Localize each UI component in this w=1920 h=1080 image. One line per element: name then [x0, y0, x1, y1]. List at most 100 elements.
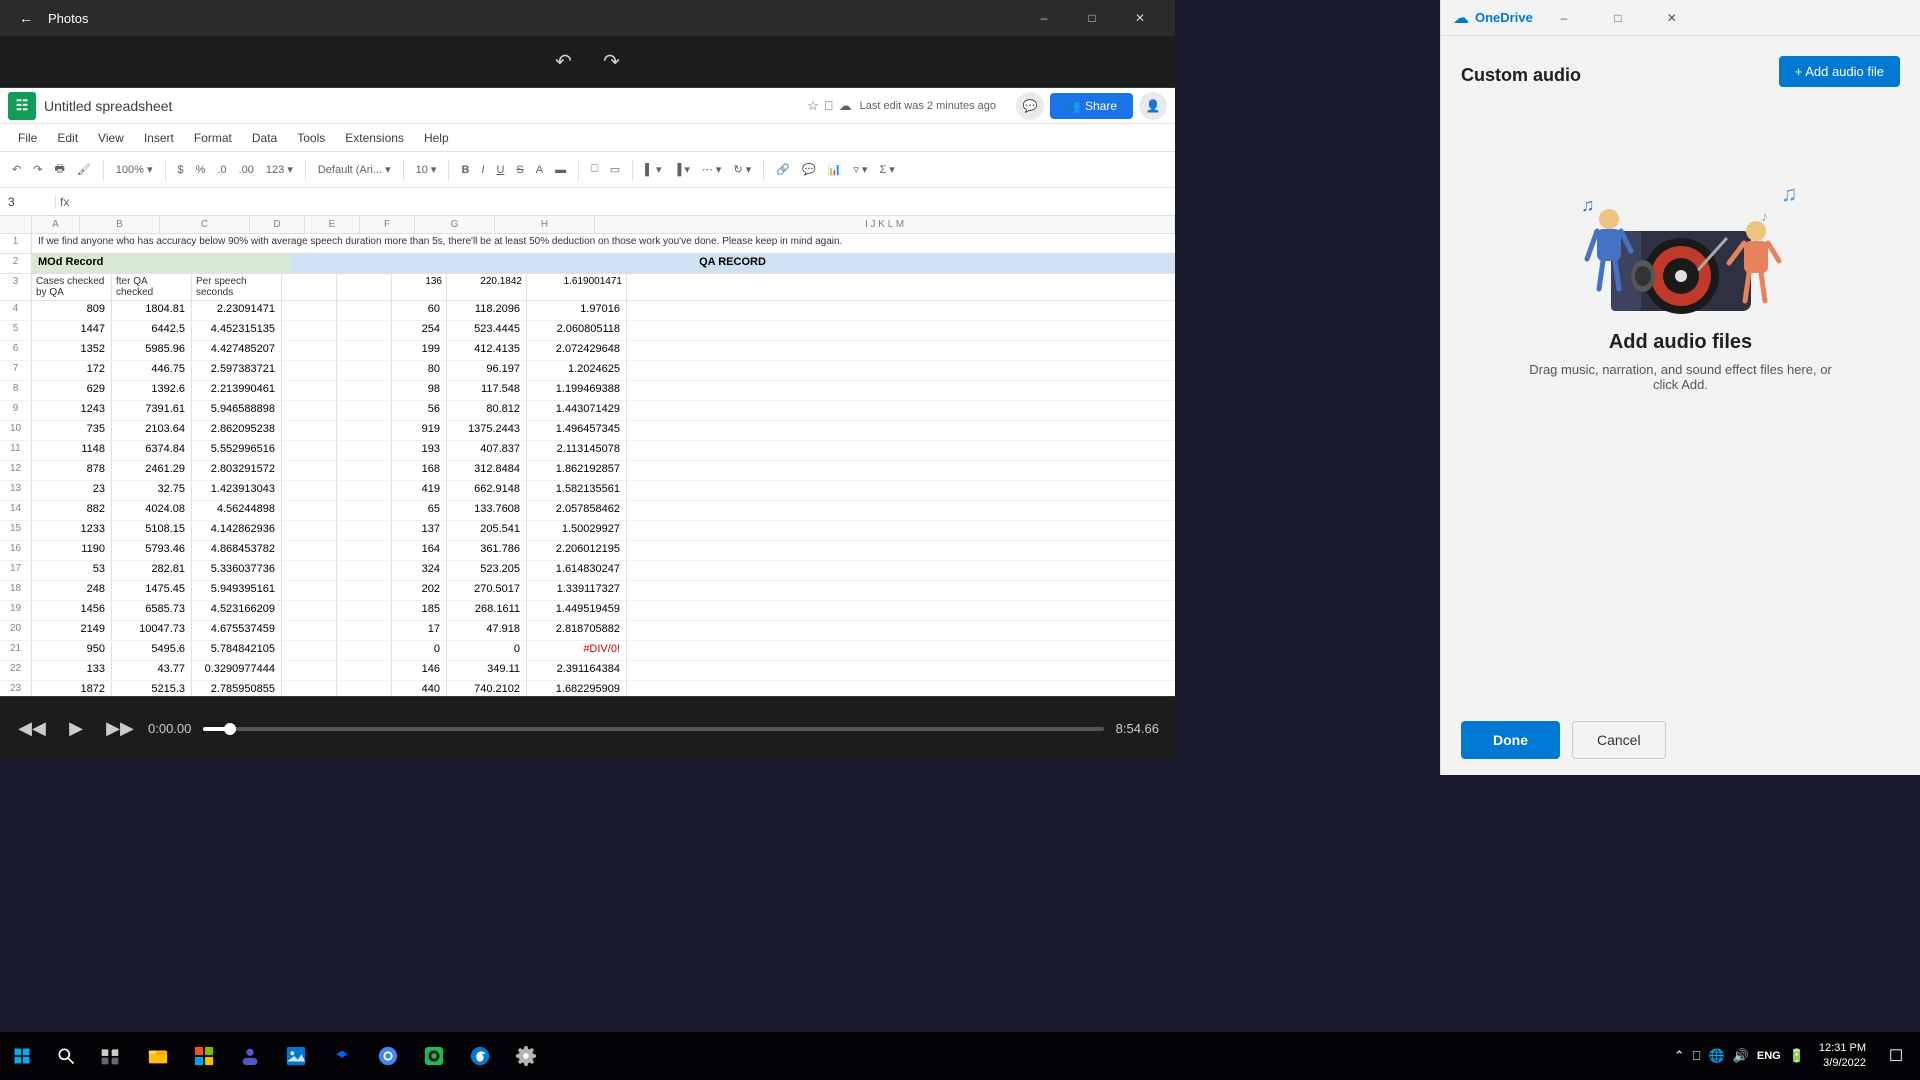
cell-a-6[interactable]: 735 [32, 421, 112, 440]
cell-f-6[interactable]: 919 [392, 421, 447, 440]
cell-h-4[interactable]: 1.199469388 [527, 381, 627, 400]
filter-button[interactable]: ▿ ▾ [849, 161, 871, 178]
cell-c-3[interactable]: 2.597383721 [192, 361, 282, 380]
cell-f-13[interactable]: 324 [392, 561, 447, 580]
rewind-button[interactable]: ◀◀ [16, 713, 48, 745]
paint-format-button[interactable]: 🖌 [73, 161, 95, 178]
cell-b-2[interactable]: 5985.96 [112, 341, 192, 360]
cell-c-11[interactable]: 4.142862936 [192, 521, 282, 540]
cell-a-18[interactable]: 133 [32, 661, 112, 680]
cell-a-11[interactable]: 1233 [32, 521, 112, 540]
cell-g-13[interactable]: 523.205 [447, 561, 527, 580]
cell-g-12[interactable]: 361.786 [447, 541, 527, 560]
cell-a-2[interactable]: 1352 [32, 341, 112, 360]
cell-b-10[interactable]: 4024.08 [112, 501, 192, 520]
cell-a-13[interactable]: 53 [32, 561, 112, 580]
menu-edit[interactable]: Edit [47, 127, 88, 149]
merge-button[interactable]: ▭ [606, 161, 624, 178]
cell-g-15[interactable]: 268.1611 [447, 601, 527, 620]
undo-button[interactable]: ↶ [548, 46, 580, 78]
cell-h-17[interactable]: #DIV/0! [527, 641, 627, 660]
folder-icon[interactable]: ⎕ [825, 98, 833, 114]
cell-f-1[interactable]: 254 [392, 321, 447, 340]
cloud-icon[interactable]: ☁ [839, 98, 852, 114]
cell-b-0[interactable]: 1804.81 [112, 301, 192, 320]
maximize-button[interactable]: □ [1069, 0, 1115, 36]
cell-c-17[interactable]: 5.784842105 [192, 641, 282, 660]
cell-f-3[interactable]: 80 [392, 361, 447, 380]
chat-icon[interactable]: 💬 [1016, 92, 1044, 120]
cell-c-16[interactable]: 4.675537459 [192, 621, 282, 640]
taskbar-app6-button[interactable] [412, 1034, 456, 1078]
cell-a-12[interactable]: 1190 [32, 541, 112, 560]
comment-button[interactable]: 💬 [798, 161, 820, 178]
col-header-c[interactable]: C [160, 216, 250, 233]
cell-a-15[interactable]: 1456 [32, 601, 112, 620]
col-header-f[interactable]: F [360, 216, 415, 233]
star-icon[interactable]: ☆ [807, 98, 819, 114]
cell-g-8[interactable]: 312.8484 [447, 461, 527, 480]
done-button[interactable]: Done [1461, 721, 1560, 759]
cell-c-18[interactable]: 0.3290977444 [192, 661, 282, 680]
cell-f-9[interactable]: 419 [392, 481, 447, 500]
forward-button[interactable]: ▶▶ [104, 713, 136, 745]
cell-c-12[interactable]: 4.868453782 [192, 541, 282, 560]
task-view-button[interactable] [88, 1034, 132, 1078]
cell-g-6[interactable]: 1375.2443 [447, 421, 527, 440]
text-rotate-select[interactable]: ↻ ▾ [729, 161, 755, 178]
menu-view[interactable]: View [88, 127, 134, 149]
cell-h-13[interactable]: 1.614830247 [527, 561, 627, 580]
cell-b-15[interactable]: 6585.73 [112, 601, 192, 620]
network-icon[interactable]: 🌐 [1709, 1048, 1725, 1064]
zoom-select[interactable]: 100% ▾ [112, 161, 157, 178]
cell-g-18[interactable]: 349.11 [447, 661, 527, 680]
cell-g-2[interactable]: 412.4135 [447, 341, 527, 360]
taskbar-explorer-button[interactable] [136, 1034, 180, 1078]
cell-c-4[interactable]: 2.213990461 [192, 381, 282, 400]
cell-f-12[interactable]: 164 [392, 541, 447, 560]
cell-b-18[interactable]: 43.77 [112, 661, 192, 680]
cell-a-10[interactable]: 882 [32, 501, 112, 520]
minimize-button[interactable]: – [1021, 0, 1067, 36]
cell-b-16[interactable]: 10047.73 [112, 621, 192, 640]
start-button[interactable] [0, 1034, 44, 1078]
cell-f-15[interactable]: 185 [392, 601, 447, 620]
cell-c-6[interactable]: 2.862095238 [192, 421, 282, 440]
cell-g-14[interactable]: 270.5017 [447, 581, 527, 600]
cancel-button[interactable]: Cancel [1572, 721, 1666, 759]
cell-c-0[interactable]: 2.23091471 [192, 301, 282, 320]
cell-b-1[interactable]: 6442.5 [112, 321, 192, 340]
search-button[interactable] [44, 1034, 88, 1078]
cell-h-14[interactable]: 1.339117327 [527, 581, 627, 600]
taskbar-settings-button[interactable] [504, 1034, 548, 1078]
cell-f-0[interactable]: 60 [392, 301, 447, 320]
cell-h-9[interactable]: 1.582135561 [527, 481, 627, 500]
cell-c-13[interactable]: 5.336037736 [192, 561, 282, 580]
cell-c-8[interactable]: 2.803291572 [192, 461, 282, 480]
cell-c-19[interactable]: 2.785950855 [192, 681, 282, 696]
strikethrough-button[interactable]: S [512, 162, 527, 178]
currency-button[interactable]: $ [174, 162, 188, 178]
menu-format[interactable]: Format [184, 127, 242, 149]
cell-a-0[interactable]: 809 [32, 301, 112, 320]
cell-g-5[interactable]: 80.812 [447, 401, 527, 420]
cell-g-7[interactable]: 407.837 [447, 441, 527, 460]
bold-button[interactable]: B [457, 162, 473, 178]
od-maximize-button[interactable]: □ [1595, 0, 1641, 36]
taskbar-store-button[interactable] [182, 1034, 226, 1078]
cell-b-4[interactable]: 1392.6 [112, 381, 192, 400]
cell-b-5[interactable]: 7391.61 [112, 401, 192, 420]
redo-gs-button[interactable]: ↷ [29, 161, 46, 178]
cell-h-5[interactable]: 1.443071429 [527, 401, 627, 420]
taskbar-dropbox-button[interactable] [320, 1034, 364, 1078]
cell-g-19[interactable]: 740.2102 [447, 681, 527, 696]
od-close-button[interactable]: ✕ [1649, 0, 1695, 36]
cell-c-14[interactable]: 5.949395161 [192, 581, 282, 600]
cell-b-3[interactable]: 446.75 [112, 361, 192, 380]
align-h-select[interactable]: ▌ ▾ [641, 161, 665, 178]
taskbar-photos-button[interactable] [274, 1034, 318, 1078]
col-header-g[interactable]: G [415, 216, 495, 233]
cell-h-2[interactable]: 2.072429648 [527, 341, 627, 360]
undo-gs-button[interactable]: ↶ [8, 161, 25, 178]
cell-b-12[interactable]: 5793.46 [112, 541, 192, 560]
